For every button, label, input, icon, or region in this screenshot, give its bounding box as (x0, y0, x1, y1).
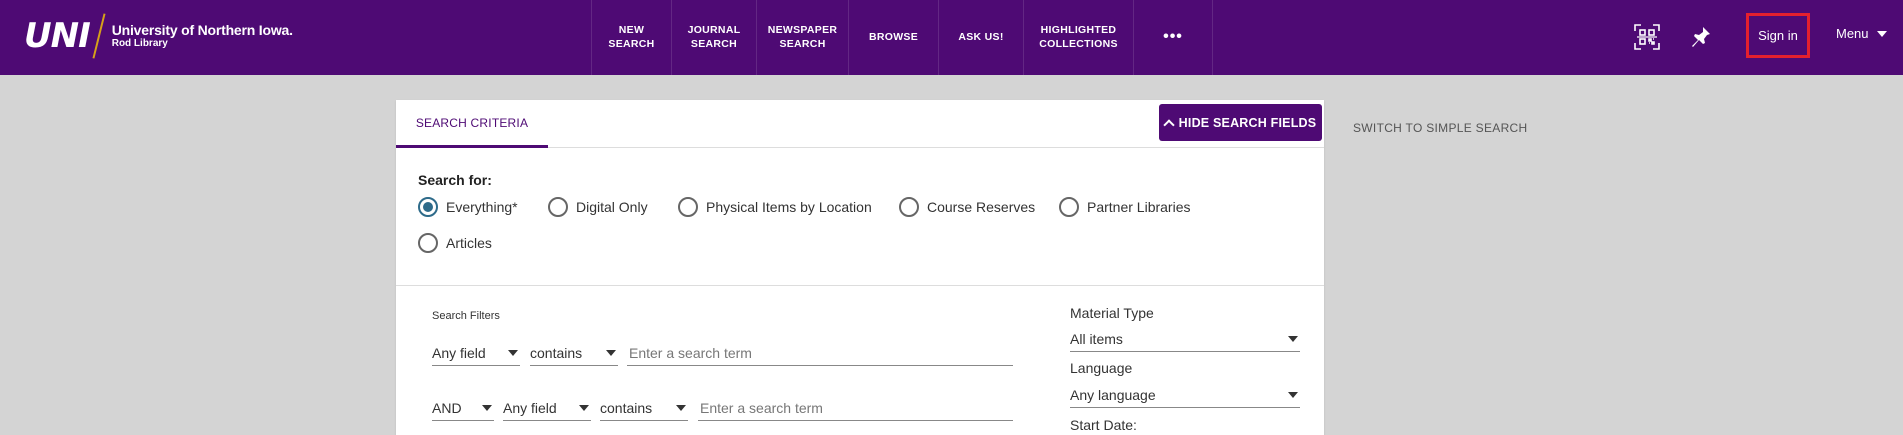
hide-search-fields-label: HIDE SEARCH FIELDS (1178, 115, 1317, 130)
radio-selected[interactable] (418, 197, 438, 217)
search-filters-label: Search Filters (432, 310, 500, 322)
radio-unselected[interactable] (418, 233, 438, 253)
boolean-select-value: AND (432, 399, 462, 416)
boolean-select[interactable]: AND (432, 395, 494, 421)
nav-more-button[interactable]: ••• (1133, 0, 1213, 75)
nav-highlighted-collections[interactable]: HIGHLIGHTED COLLECTIONS (1023, 0, 1133, 75)
chevron-up-icon (1163, 118, 1175, 131)
operator-select-value: contains (600, 399, 653, 416)
search-for-label: Search for: (418, 172, 492, 188)
nav-newspaper-search[interactable]: NEWSPAPER SEARCH (756, 0, 848, 75)
nav-ask-us[interactable]: ASK US! (938, 0, 1023, 75)
scope-course-reserves[interactable]: Course Reserves (899, 197, 1035, 217)
search-term-input[interactable]: Enter a search term (627, 340, 1013, 366)
field-select-value: Any field (432, 344, 486, 361)
scope-label: Physical Items by Location (706, 199, 872, 215)
logo-divider (92, 13, 106, 59)
qr-scan-icon[interactable] (1632, 22, 1662, 52)
field-select-value: Any field (503, 399, 557, 416)
search-panel-header: SEARCH CRITERIA HIDE SEARCH FIELDS (396, 100, 1324, 148)
menu-button[interactable]: Menu (1836, 26, 1887, 41)
scope-label: Articles (446, 235, 492, 251)
library-logo[interactable]: UNI University of Northern Iowa. Rod Lib… (24, 12, 293, 60)
menu-label: Menu (1836, 26, 1869, 41)
scope-label: Partner Libraries (1087, 199, 1191, 215)
chevron-down-icon (482, 404, 492, 411)
chevron-down-icon (579, 404, 589, 411)
operator-select[interactable]: contains (530, 340, 618, 366)
material-type-select[interactable]: All items (1070, 326, 1300, 352)
chevron-down-icon (676, 404, 686, 411)
tab-search-criteria[interactable]: SEARCH CRITERIA (396, 100, 548, 148)
logo-mark: UNI (24, 16, 91, 56)
search-term-input[interactable]: Enter a search term (698, 395, 1013, 421)
scope-digital-only[interactable]: Digital Only (548, 197, 648, 217)
pin-icon[interactable] (1686, 22, 1716, 52)
material-type-label: Material Type (1070, 305, 1154, 321)
language-label: Language (1070, 360, 1133, 376)
operator-select[interactable]: contains (600, 395, 688, 421)
scope-label: Digital Only (576, 199, 648, 215)
scope-articles[interactable]: Articles (418, 233, 492, 253)
radio-unselected[interactable] (1059, 197, 1079, 217)
language-value: Any language (1070, 386, 1156, 403)
hide-search-fields-button[interactable]: HIDE SEARCH FIELDS (1159, 104, 1322, 141)
top-navigation-bar: UNI University of Northern Iowa. Rod Lib… (0, 0, 1903, 75)
nav-browse[interactable]: BROWSE (848, 0, 938, 75)
scope-partner-libraries[interactable]: Partner Libraries (1059, 197, 1191, 217)
switch-to-simple-search-link[interactable]: SWITCH TO SIMPLE SEARCH (1353, 121, 1527, 135)
radio-unselected[interactable] (678, 197, 698, 217)
field-select[interactable]: Any field (503, 395, 591, 421)
field-select[interactable]: Any field (432, 340, 520, 366)
scope-label: Course Reserves (927, 199, 1036, 215)
radio-unselected[interactable] (548, 197, 568, 217)
logo-library-name: Rod Library (111, 38, 168, 50)
sign-in-button[interactable]: Sign in (1746, 13, 1810, 58)
material-type-value: All items (1070, 330, 1123, 347)
advanced-search-panel: SEARCH CRITERIA HIDE SEARCH FIELDS Searc… (396, 100, 1324, 435)
chevron-down-icon (1288, 335, 1298, 342)
radio-unselected[interactable] (899, 197, 919, 217)
logo-text: University of Northern Iowa. Rod Library (112, 22, 293, 50)
chevron-down-icon (1876, 30, 1887, 37)
operator-select-value: contains (530, 344, 583, 361)
start-date-label: Start Date: (1070, 417, 1137, 433)
chevron-down-icon (1288, 391, 1298, 398)
scope-everything[interactable]: Everything* (418, 197, 518, 217)
chevron-down-icon (508, 349, 518, 356)
section-divider (396, 285, 1324, 286)
scope-physical-items[interactable]: Physical Items by Location (678, 197, 872, 217)
chevron-down-icon (606, 349, 616, 356)
nav-journal-search[interactable]: JOURNAL SEARCH (671, 0, 756, 75)
scope-label: Everything* (446, 199, 518, 215)
logo-university-name: University of Northern Iowa. (111, 22, 293, 39)
nav-new-search[interactable]: NEW SEARCH (591, 0, 671, 75)
main-nav: NEW SEARCH JOURNAL SEARCH NEWSPAPER SEAR… (591, 0, 1213, 75)
language-select[interactable]: Any language (1070, 382, 1300, 408)
